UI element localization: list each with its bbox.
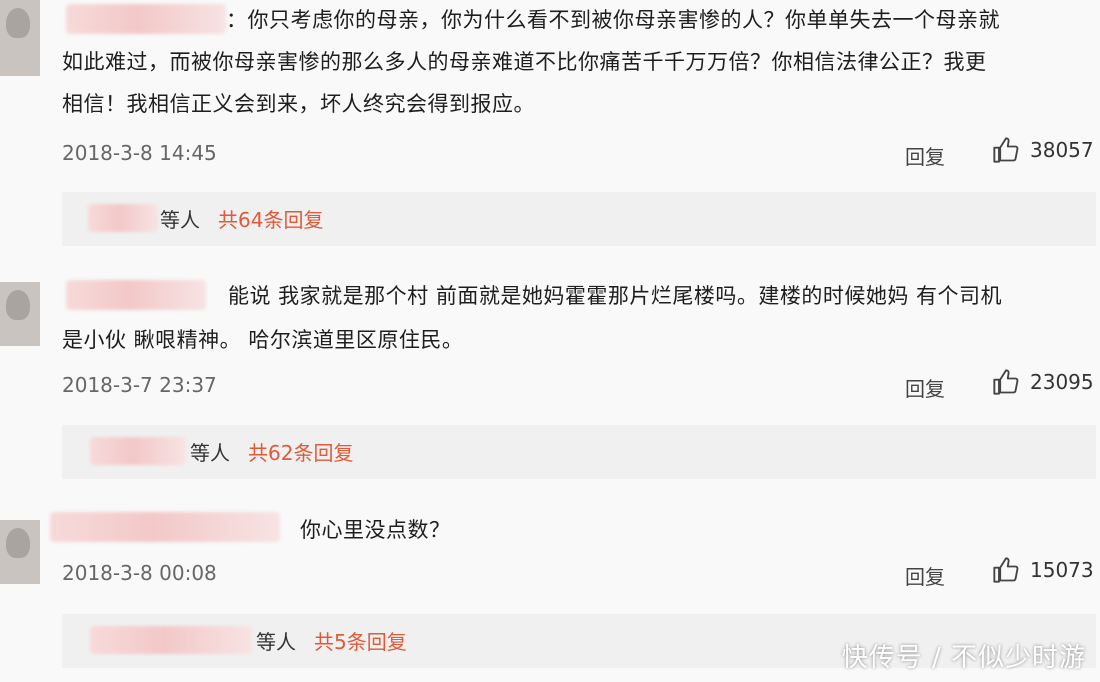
comment-text-line: 你心里没点数？ (300, 518, 451, 542)
sub-replies-users-suffix: 等人 (190, 441, 230, 465)
thumbs-up-icon (993, 557, 1019, 583)
like-button[interactable]: 23095 (992, 368, 1094, 396)
sub-replies-users-suffix: 等人 (256, 630, 296, 654)
thumbs-up-icon (993, 369, 1019, 395)
sub-replies-box[interactable]: 等人 共64条回复 (62, 192, 1096, 246)
reply-button[interactable]: 回复 (905, 561, 945, 590)
comment-text-line: 能说 我家就是那个村 前面就是她妈霍霍那片烂尾楼吗。建楼的时候她妈 有个司机 (228, 284, 1003, 308)
like-count: 38057 (1030, 138, 1094, 162)
like-count: 23095 (1030, 370, 1094, 394)
username-blurred[interactable] (50, 512, 280, 542)
comment-timestamp: 2018-3-7 23:37 (62, 373, 217, 397)
username-blurred (90, 626, 252, 654)
username-blurred (90, 437, 186, 465)
avatar[interactable] (0, 282, 40, 346)
comment-text-line: 相信！我相信正义会到来，坏人终究会得到报应。 (62, 92, 535, 116)
sub-replies-users-suffix: 等人 (160, 208, 200, 232)
comment-item: ：你只考虑你的母亲，你为什么看不到被你母亲害惨的人？你单单失去一个母亲就 如此难… (0, 0, 1100, 265)
like-count: 15073 (1030, 558, 1094, 582)
comment-timestamp: 2018-3-8 00:08 (62, 561, 217, 585)
view-replies-link[interactable]: 共5条回复 (314, 626, 407, 655)
sub-replies-box[interactable]: 等人 共62条回复 (62, 425, 1096, 479)
reply-button[interactable]: 回复 (905, 141, 945, 170)
comment-text-line: ：你只考虑你的母亲，你为什么看不到被你母亲害惨的人？你单单失去一个母亲就 (226, 8, 1000, 32)
username-blurred[interactable] (66, 4, 226, 34)
comment-text-line: 是小伙 瞅哏精神。 哈尔滨道里区原住民。 (62, 328, 464, 352)
view-replies-link[interactable]: 共64条回复 (218, 204, 323, 233)
reply-button[interactable]: 回复 (905, 373, 945, 402)
like-button[interactable]: 15073 (992, 556, 1094, 584)
username-blurred[interactable] (66, 280, 206, 310)
avatar[interactable] (0, 520, 40, 584)
thumbs-up-icon (993, 137, 1019, 163)
avatar[interactable] (0, 0, 40, 76)
comment-timestamp: 2018-3-8 14:45 (62, 141, 217, 165)
comment-text-line: 如此难过，而被你母亲害惨的那么多人的母亲难道不比你痛苦千千万万倍？你相信法律公正… (62, 50, 987, 74)
comment-item: 能说 我家就是那个村 前面就是她妈霍霍那片烂尾楼吗。建楼的时候她妈 有个司机 是… (0, 270, 1100, 495)
watermark: 快传号 / 不似少时游 (841, 643, 1086, 673)
like-button[interactable]: 38057 (992, 136, 1094, 164)
view-replies-link[interactable]: 共62条回复 (248, 437, 353, 466)
username-blurred (88, 204, 158, 232)
